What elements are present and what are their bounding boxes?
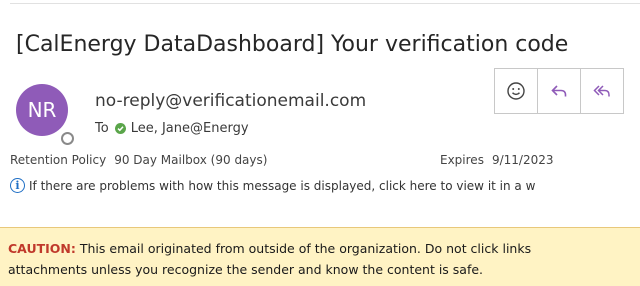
expires-info: Expires 9/11/2023 bbox=[440, 153, 553, 167]
to-label: To bbox=[95, 121, 109, 136]
retention-policy: Retention Policy 90 Day Mailbox (90 days) bbox=[10, 153, 267, 167]
email-subject: [CalEnergy DataDashboard] Your verificat… bbox=[16, 32, 569, 57]
caution-banner: CAUTION: This email originated from outs… bbox=[0, 227, 640, 286]
retention-label: Retention Policy bbox=[10, 153, 107, 167]
header-divider bbox=[10, 3, 640, 4]
retention-value: 90 Day Mailbox (90 days) bbox=[114, 153, 268, 167]
avatar-initials: NR bbox=[27, 98, 57, 122]
caution-label: CAUTION: bbox=[8, 241, 76, 256]
expires-label: Expires bbox=[440, 153, 484, 167]
recipient-line: To Lee, Jane@Energy bbox=[95, 121, 249, 136]
reply-all-button[interactable] bbox=[581, 69, 624, 113]
emoji-react-button[interactable] bbox=[495, 69, 538, 113]
sender-address[interactable]: no-reply@verificationemail.com bbox=[95, 91, 366, 111]
caution-text-2: attachments unless you recognize the sen… bbox=[8, 262, 484, 277]
expires-value: 9/11/2023 bbox=[491, 153, 554, 167]
display-problem-notice[interactable]: i If there are problems with how this me… bbox=[10, 178, 535, 193]
reply-icon bbox=[551, 85, 567, 97]
message-actions bbox=[494, 68, 624, 114]
recipient-name[interactable]: Lee, Jane@Energy bbox=[131, 121, 249, 136]
reply-button[interactable] bbox=[538, 69, 581, 113]
info-icon: i bbox=[10, 178, 25, 193]
smiley-icon bbox=[507, 82, 525, 100]
display-problem-text[interactable]: If there are problems with how this mess… bbox=[29, 179, 535, 193]
available-check-icon bbox=[114, 123, 126, 134]
avatar[interactable]: NR bbox=[16, 84, 68, 136]
reply-all-icon bbox=[593, 85, 610, 97]
caution-text-1: This email originated from outside of th… bbox=[75, 241, 532, 256]
caution-line-1: CAUTION: This email originated from outs… bbox=[8, 238, 640, 259]
presence-status-icon bbox=[61, 132, 74, 145]
